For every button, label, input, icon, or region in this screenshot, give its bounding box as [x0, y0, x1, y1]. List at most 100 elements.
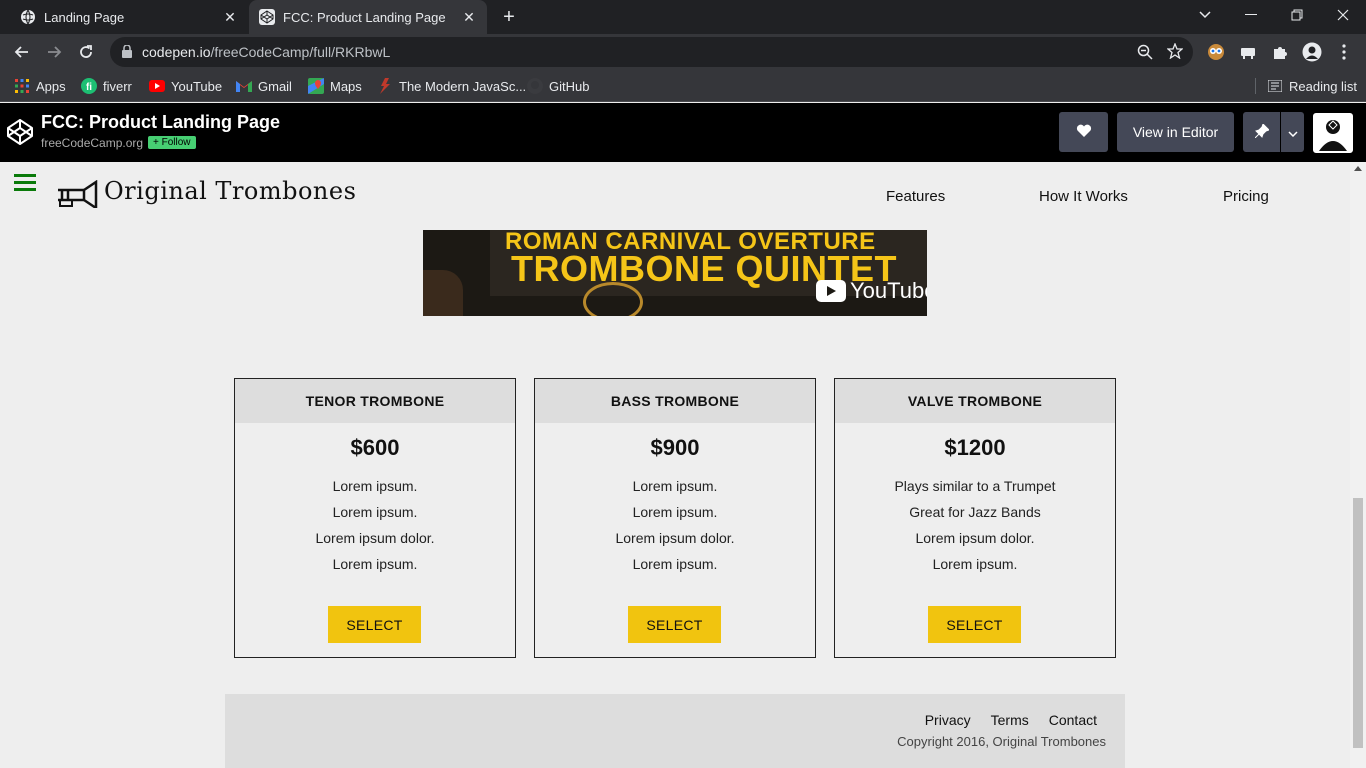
- extension-tab-icon[interactable]: [1238, 42, 1258, 62]
- forward-arrow-icon[interactable]: [42, 40, 66, 64]
- svg-text:fi: fi: [86, 82, 92, 93]
- trombone-logo-icon: [56, 179, 98, 213]
- page-scrollbar[interactable]: [1350, 162, 1366, 768]
- card-features: Plays similar to a Trumpet Great for Jaz…: [835, 473, 1115, 577]
- tab-title: Landing Page: [44, 9, 125, 25]
- close-tab-icon[interactable]: ✕: [222, 9, 238, 25]
- tab-title: FCC: Product Landing Page: [283, 9, 446, 25]
- restore-icon[interactable]: [1274, 0, 1320, 30]
- scrollbar-thumb[interactable]: [1353, 498, 1363, 748]
- feature-item: Lorem ipsum dolor.: [615, 530, 735, 546]
- zoom-icon[interactable]: [1137, 44, 1153, 65]
- codepen-logo-icon[interactable]: [6, 118, 34, 146]
- pricing-card-valve: VALVE TROMBONE $1200 Plays similar to a …: [834, 378, 1116, 658]
- globe-icon: [20, 9, 36, 25]
- site-header: Original Trombones Features How It Works…: [0, 162, 1350, 230]
- nav-link-pricing[interactable]: Pricing: [1223, 188, 1269, 205]
- browser-menu-icon[interactable]: [1334, 42, 1354, 62]
- bookmark-label: Maps: [330, 78, 362, 94]
- close-window-icon[interactable]: [1320, 0, 1366, 30]
- pen-title: FCC: Product Landing Page: [41, 112, 281, 132]
- pricing-card-tenor: TENOR TROMBONE $600 Lorem ipsum. Lorem i…: [234, 378, 516, 658]
- feature-item: Lorem ipsum dolor.: [915, 530, 1035, 546]
- reload-icon[interactable]: [74, 40, 98, 64]
- extensions-puzzle-icon[interactable]: [1270, 42, 1290, 62]
- feature-item: Lorem ipsum dolor.: [315, 530, 435, 546]
- browser-tab-bar: Landing Page ✕ FCC: Product Landing Page…: [0, 0, 1366, 34]
- brand-name[interactable]: Original Trombones: [104, 177, 356, 205]
- reading-list-icon: [1267, 78, 1283, 94]
- tab-search-chevron-icon[interactable]: [1182, 0, 1228, 30]
- bookmarks-divider: [1255, 78, 1256, 94]
- bookmark-label: YouTube: [171, 78, 223, 94]
- codepen-icon: [259, 9, 275, 25]
- card-price: $900: [650, 435, 700, 460]
- select-button[interactable]: SELECT: [928, 606, 1021, 643]
- gmail-icon: [236, 78, 252, 94]
- bookmark-github[interactable]: GitHub: [527, 76, 589, 96]
- scroll-up-arrow-icon[interactable]: [1354, 166, 1362, 171]
- feature-item: Great for Jazz Bands: [909, 504, 1041, 520]
- card-features: Lorem ipsum. Lorem ipsum. Lorem ipsum do…: [235, 473, 515, 577]
- like-button[interactable]: [1059, 112, 1108, 152]
- video-trombone-image: [583, 282, 643, 316]
- footer-copyright: Copyright 2016, Original Trombones: [897, 734, 1106, 749]
- chevron-down-icon: [1287, 124, 1298, 140]
- extension-owl-icon[interactable]: [1206, 42, 1226, 62]
- back-arrow-icon[interactable]: [10, 40, 34, 64]
- bookmark-youtube[interactable]: YouTube: [149, 76, 222, 96]
- nav-link-how-it-works[interactable]: How It Works: [1039, 188, 1128, 205]
- bookmark-label: fiverr: [103, 78, 132, 94]
- select-button[interactable]: SELECT: [628, 606, 721, 643]
- page-viewport: Original Trombones Features How It Works…: [0, 162, 1350, 768]
- card-features: Lorem ipsum. Lorem ipsum. Lorem ipsum do…: [535, 473, 815, 577]
- bookmark-apps[interactable]: Apps: [14, 76, 66, 96]
- follow-button[interactable]: + Follow: [148, 136, 196, 149]
- apps-grid-icon: [14, 78, 30, 94]
- user-avatar[interactable]: [1313, 113, 1353, 153]
- url-text: codepen.io/freeCodeCamp/full/RKRbwL: [142, 44, 390, 60]
- address-bar[interactable]: codepen.io/freeCodeCamp/full/RKRbwL: [110, 37, 1193, 67]
- heart-icon: [1076, 124, 1092, 141]
- feature-item: Lorem ipsum.: [632, 478, 718, 494]
- lock-icon[interactable]: [122, 44, 132, 63]
- card-price: $600: [350, 435, 400, 460]
- profile-avatar-icon[interactable]: [1302, 42, 1322, 62]
- nav-link-features[interactable]: Features: [886, 188, 945, 205]
- footer-link-privacy[interactable]: Privacy: [925, 712, 971, 728]
- feature-item: Lorem ipsum.: [632, 556, 718, 572]
- url-path: /freeCodeCamp/full/RKRbwL: [210, 44, 391, 60]
- hamburger-menu-icon[interactable]: [14, 174, 36, 192]
- minimize-icon[interactable]: [1228, 0, 1274, 30]
- footer-link-contact[interactable]: Contact: [1049, 712, 1097, 728]
- view-in-editor-button[interactable]: View in Editor: [1117, 112, 1234, 152]
- bookmark-fiverr[interactable]: fi fiverr: [81, 76, 132, 96]
- fiverr-icon: fi: [81, 78, 97, 94]
- video-embed[interactable]: ROMAN CARNIVAL OVERTURE TROMBONE QUINTET…: [423, 230, 927, 316]
- bookmark-label: Gmail: [258, 78, 292, 94]
- feature-item: Lorem ipsum.: [932, 556, 1018, 572]
- bookmarks-bar: Apps fi fiverr YouTube Gmail Maps The Mo…: [0, 70, 1366, 102]
- browser-toolbar: codepen.io/freeCodeCamp/full/RKRbwL: [0, 34, 1366, 70]
- new-tab-icon[interactable]: +: [499, 7, 519, 27]
- bookmark-maps[interactable]: Maps: [308, 76, 362, 96]
- select-button[interactable]: SELECT: [328, 606, 421, 643]
- pin-dropdown-button[interactable]: [1281, 112, 1304, 152]
- bookmark-star-icon[interactable]: [1166, 42, 1184, 64]
- tab-fcc-product[interactable]: FCC: Product Landing Page ✕: [249, 0, 487, 34]
- youtube-watermark[interactable]: YouTube: [816, 278, 927, 304]
- pin-button[interactable]: [1243, 112, 1280, 152]
- reading-list-button[interactable]: Reading list: [1267, 76, 1357, 96]
- tab-landing-page[interactable]: Landing Page ✕: [0, 0, 248, 34]
- pricing-card-bass: BASS TROMBONE $900 Lorem ipsum. Lorem ip…: [534, 378, 816, 658]
- footer-link-terms[interactable]: Terms: [991, 712, 1029, 728]
- bookmark-modern-javascript[interactable]: The Modern JavaSc...: [377, 76, 526, 96]
- close-tab-icon[interactable]: ✕: [461, 9, 477, 25]
- feature-item: Lorem ipsum.: [632, 504, 718, 520]
- pen-author-link[interactable]: freeCodeCamp.org: [41, 136, 143, 150]
- github-icon: [527, 78, 543, 94]
- bookmark-gmail[interactable]: Gmail: [236, 76, 292, 96]
- card-title: BASS TROMBONE: [535, 379, 815, 423]
- bookmark-label: The Modern JavaSc...: [399, 78, 527, 94]
- js-info-icon: [377, 78, 393, 94]
